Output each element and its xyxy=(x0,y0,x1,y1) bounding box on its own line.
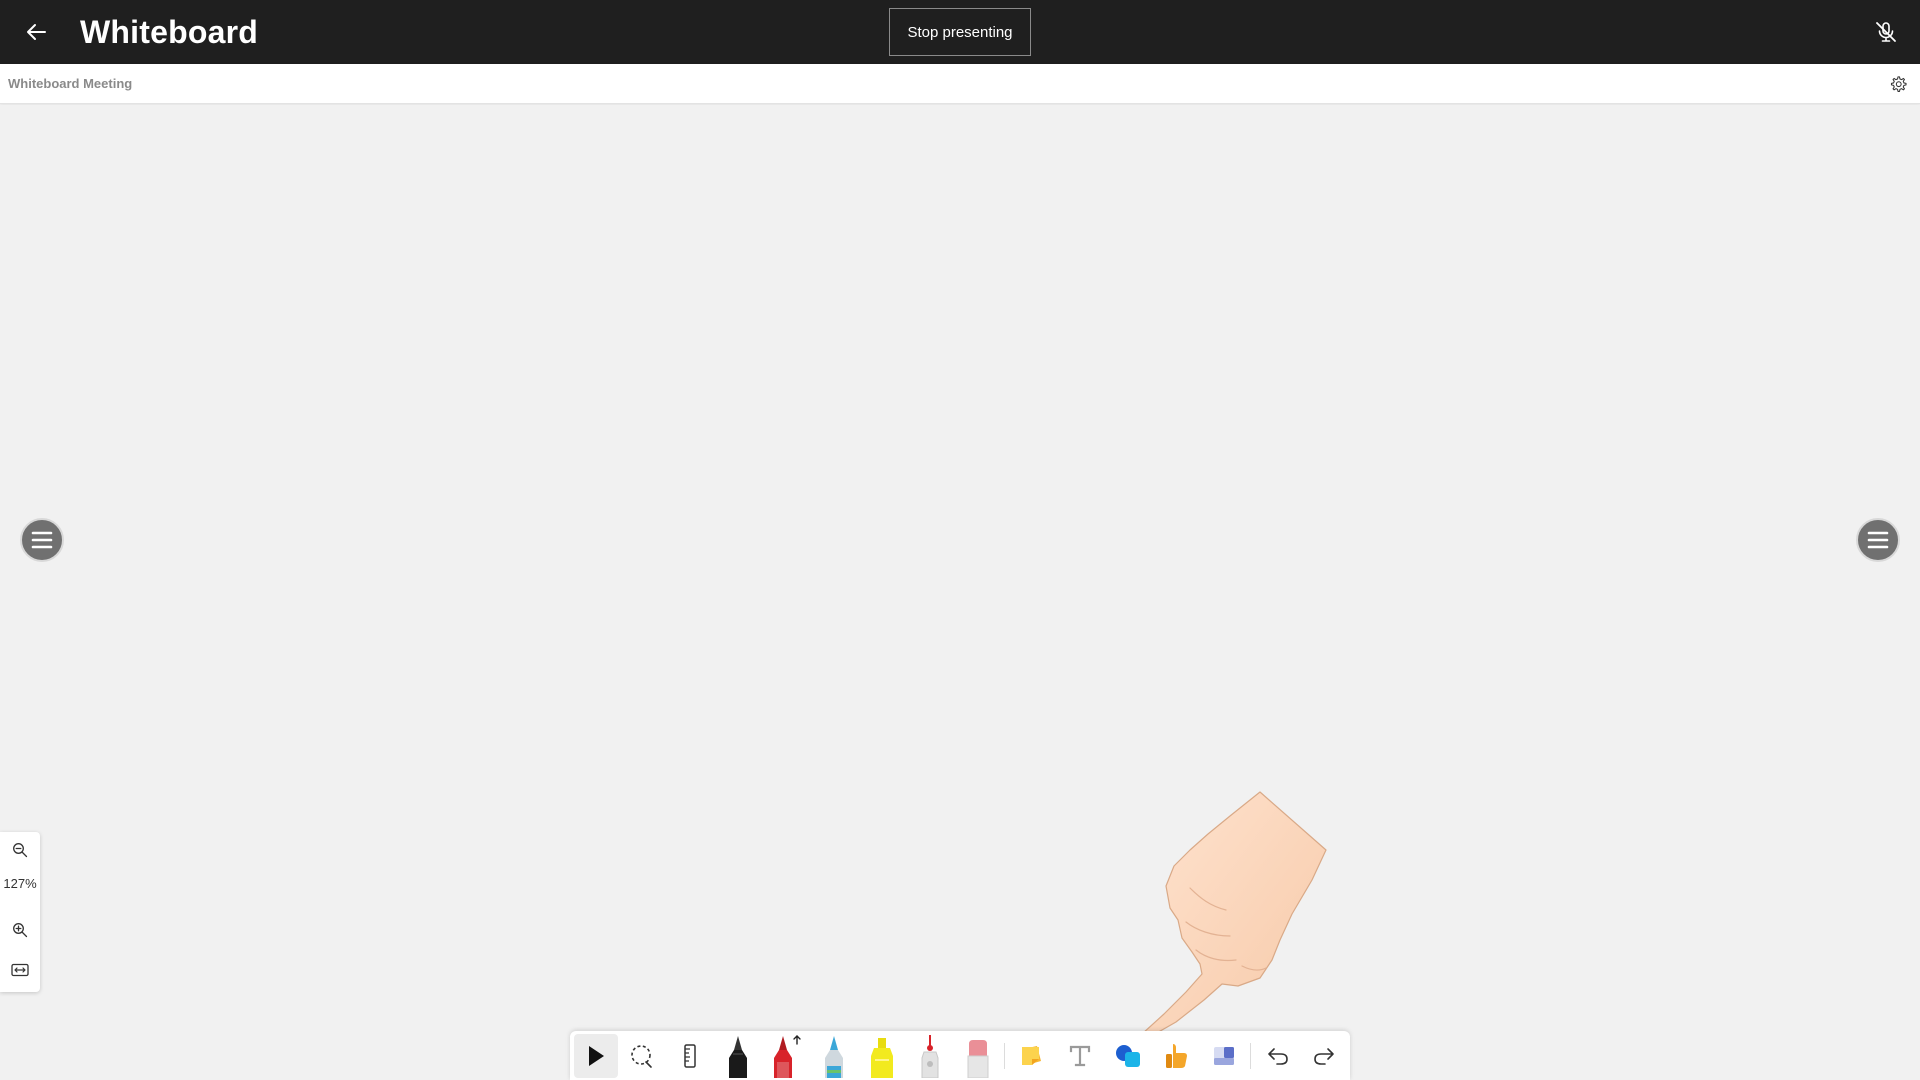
templates-tool[interactable] xyxy=(1202,1034,1246,1078)
zoom-out-icon xyxy=(13,843,28,858)
undo-button[interactable] xyxy=(1256,1034,1300,1078)
top-bar: Whiteboard Stop presenting xyxy=(0,0,1920,64)
right-menu-button[interactable] xyxy=(1856,518,1900,562)
stop-presenting-button[interactable]: Stop presenting xyxy=(889,8,1031,56)
laser-pointer-tool[interactable] xyxy=(908,1034,952,1078)
whiteboard-canvas[interactable] xyxy=(0,105,1920,1080)
redo-icon xyxy=(1314,1048,1334,1065)
zoom-in-button[interactable] xyxy=(0,914,40,946)
arrow-left-icon xyxy=(27,24,46,40)
meeting-bar: Whiteboard Meeting xyxy=(0,64,1920,104)
fit-to-screen-button[interactable] xyxy=(0,954,40,986)
zoom-panel: 127% xyxy=(0,832,40,992)
pen-black-tool[interactable] xyxy=(716,1034,760,1078)
toolbar-divider xyxy=(1004,1043,1005,1069)
text-tool[interactable] xyxy=(1058,1034,1102,1078)
meeting-title: Whiteboard Meeting xyxy=(8,76,133,91)
ruler-icon xyxy=(684,1044,696,1068)
shapes-tool[interactable] xyxy=(1106,1034,1150,1078)
gear-icon xyxy=(1890,76,1907,92)
cursor-arrow-icon xyxy=(589,1046,604,1066)
highlighter-icon xyxy=(871,1038,893,1078)
hamburger-menu-icon xyxy=(31,531,53,549)
pen-icon xyxy=(774,1035,801,1078)
sticky-note-tool[interactable] xyxy=(1010,1034,1054,1078)
zoom-out-button[interactable] xyxy=(0,834,40,866)
drawing-toolbar xyxy=(570,1031,1350,1080)
highlighter-tool[interactable] xyxy=(860,1034,904,1078)
pen-red-tool[interactable] xyxy=(764,1034,808,1078)
sticky-note-icon xyxy=(1022,1046,1041,1065)
left-menu-button[interactable] xyxy=(20,518,64,562)
pen-rainbow-tool[interactable] xyxy=(812,1034,856,1078)
pen-icon xyxy=(825,1036,843,1078)
eraser-tool[interactable] xyxy=(956,1034,1000,1078)
zoom-level: 127% xyxy=(3,876,37,891)
text-icon xyxy=(1069,1045,1091,1067)
back-button[interactable] xyxy=(18,14,54,50)
reactions-tool[interactable] xyxy=(1154,1034,1198,1078)
laser-pointer-icon xyxy=(921,1035,939,1078)
hand-pointer-icon xyxy=(1141,791,1327,1038)
pen-icon xyxy=(729,1036,747,1078)
redo-button[interactable] xyxy=(1302,1034,1346,1078)
lasso-tool[interactable] xyxy=(620,1034,664,1078)
ruler-tool[interactable] xyxy=(668,1034,712,1078)
shapes-icon xyxy=(1116,1045,1140,1067)
templates-icon xyxy=(1214,1047,1234,1065)
thumbs-up-icon xyxy=(1166,1044,1187,1068)
lasso-icon xyxy=(631,1045,652,1068)
settings-button[interactable] xyxy=(1886,72,1910,96)
microphone-off-icon xyxy=(1876,22,1896,42)
undo-icon xyxy=(1268,1048,1288,1065)
toolbar-divider xyxy=(1250,1043,1251,1069)
eraser-icon xyxy=(967,1040,989,1078)
zoom-in-icon xyxy=(13,923,28,938)
mute-microphone-button[interactable] xyxy=(1870,16,1902,48)
page-title: Whiteboard xyxy=(80,14,258,50)
fit-to-screen-icon xyxy=(11,963,29,977)
select-tool[interactable] xyxy=(574,1034,618,1078)
hamburger-menu-icon xyxy=(1867,531,1889,549)
